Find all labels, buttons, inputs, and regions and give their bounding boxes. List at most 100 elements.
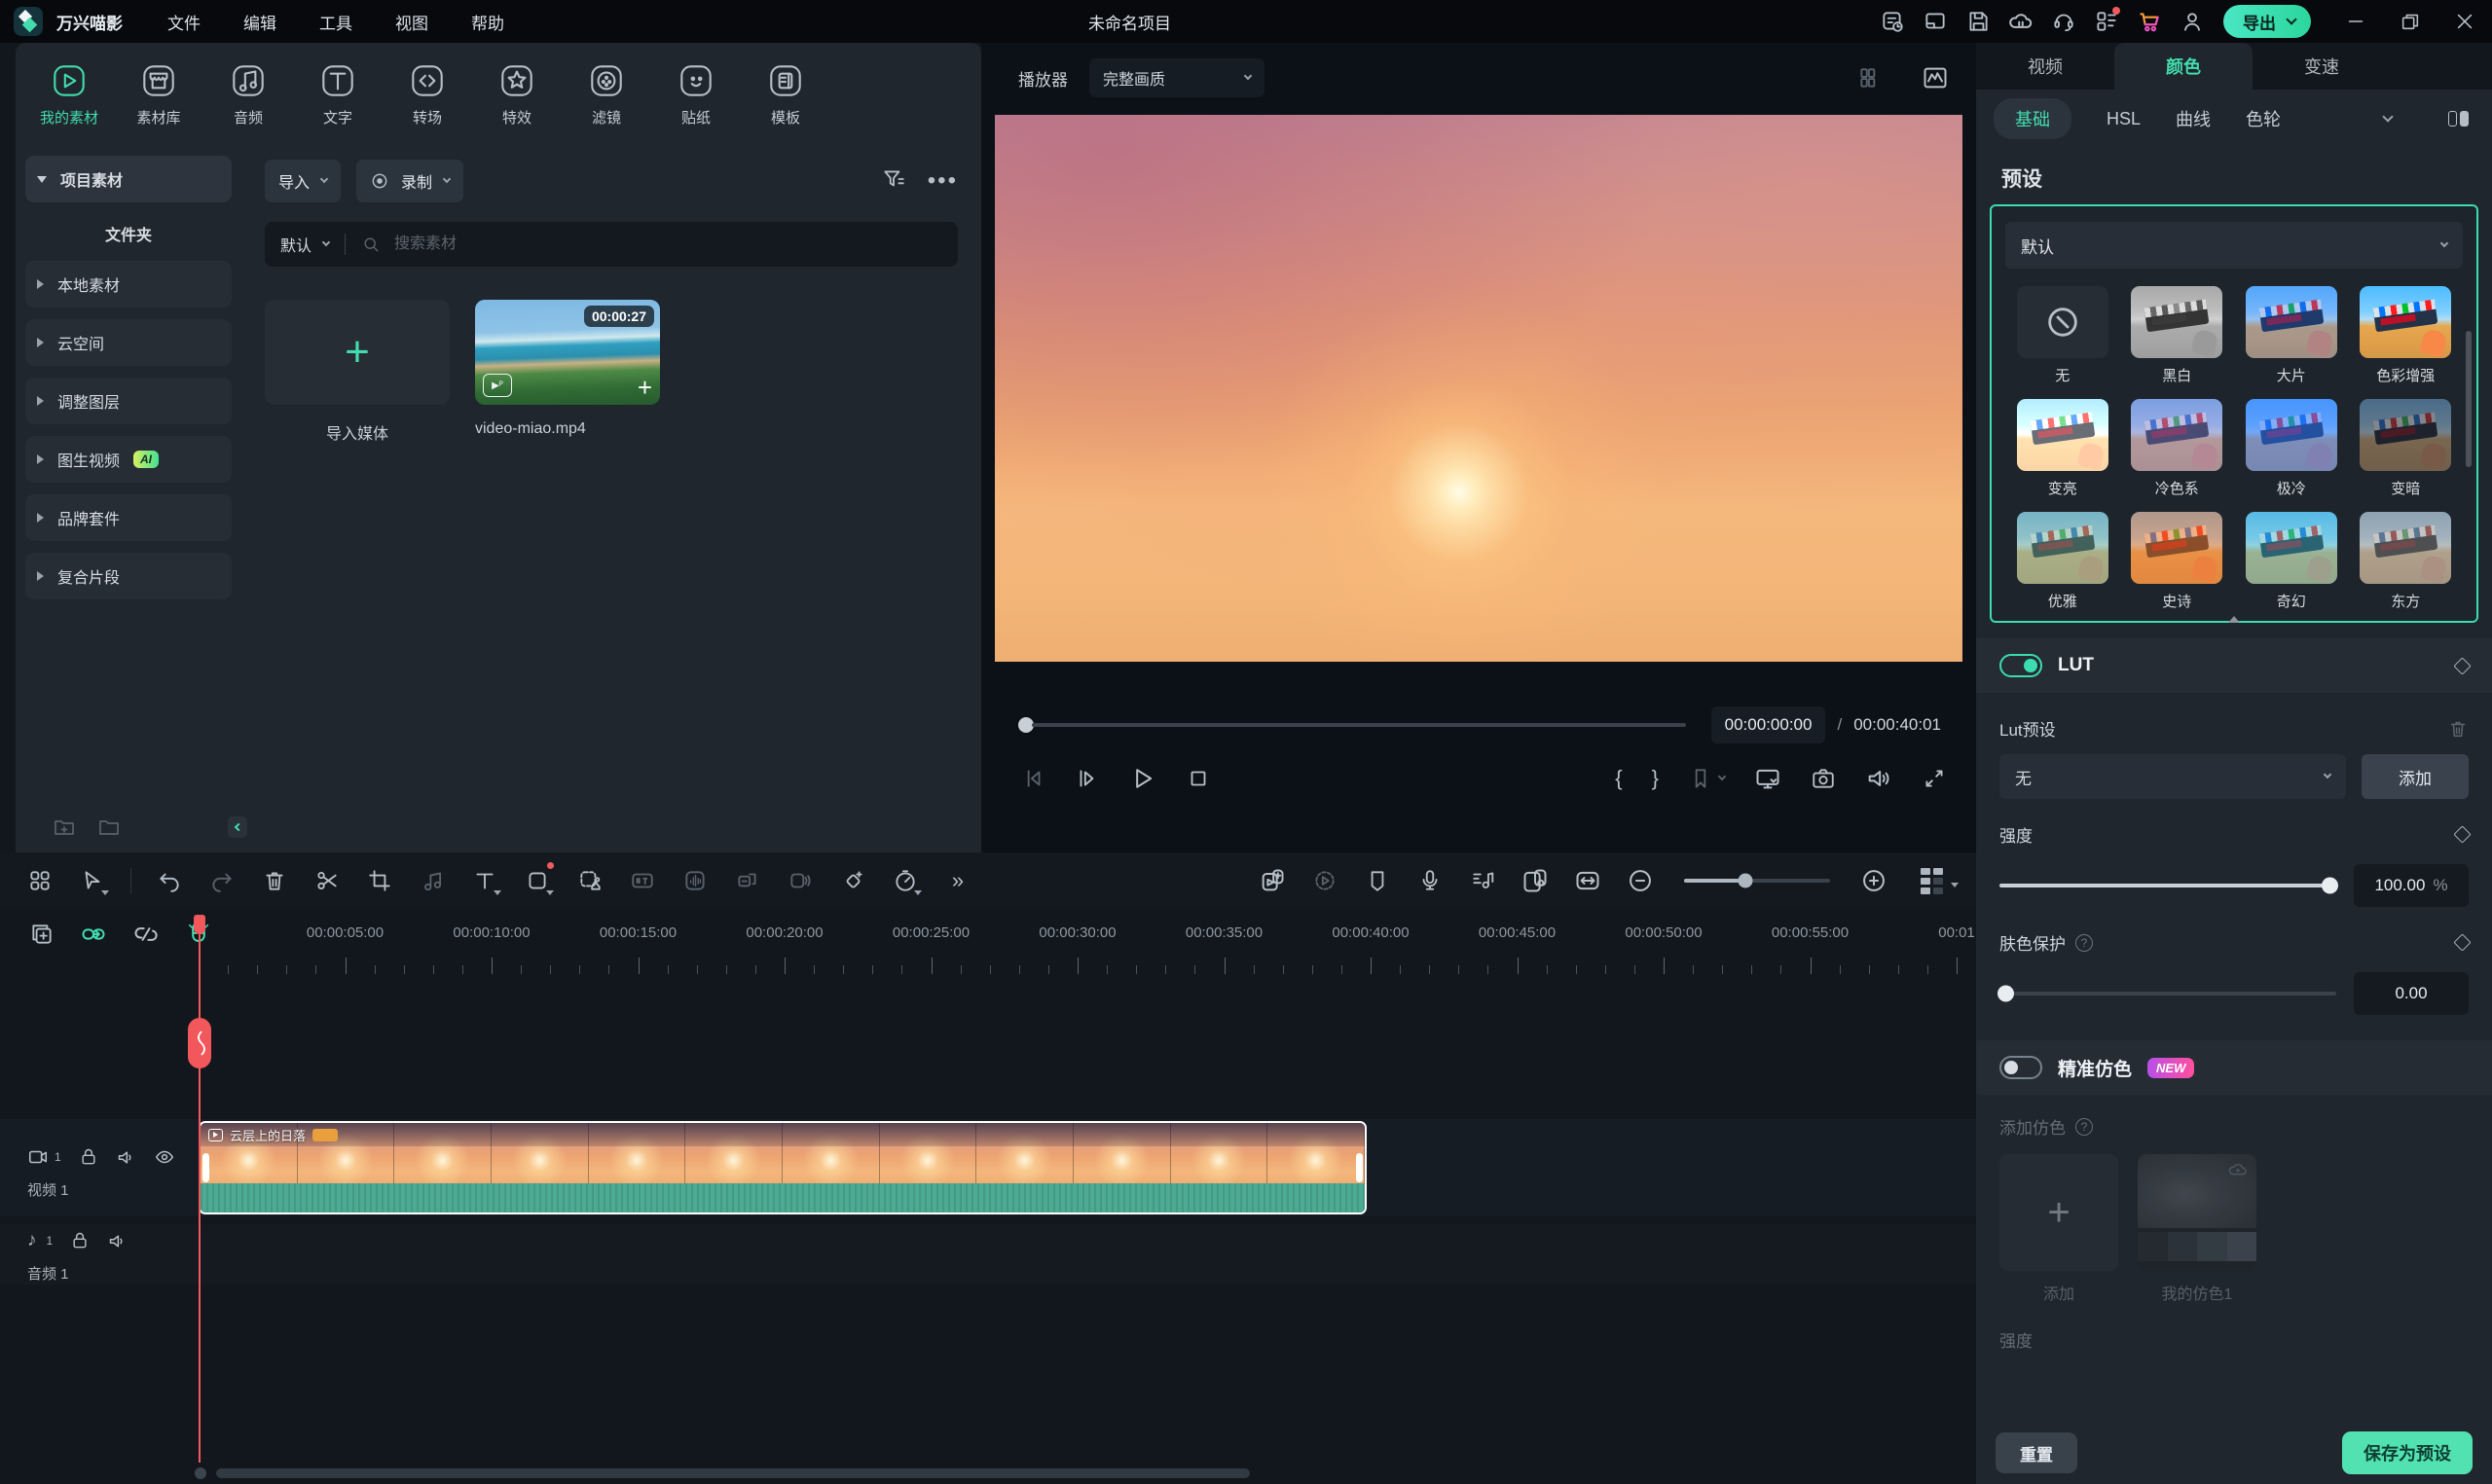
subtab-色轮[interactable]: 色轮 [2246, 106, 2281, 131]
subtab-曲线[interactable]: 曲线 [2176, 106, 2211, 131]
crop-icon[interactable] [365, 866, 394, 895]
stop-icon[interactable] [1186, 766, 1211, 791]
chevron-right-icon[interactable] [37, 396, 44, 406]
add-to-timeline-icon[interactable]: + [638, 373, 652, 403]
timeline[interactable]: 00:00:05:0000:00:10:0000:00:15:0000:00:2… [0, 909, 1976, 1484]
track-height-icon[interactable] [1912, 866, 1951, 895]
export-chevron-icon[interactable] [2286, 14, 2296, 24]
strength-keyframe-icon[interactable] [2453, 825, 2471, 843]
preset-无[interactable]: 无 [2011, 286, 2114, 385]
timeline-scroll-origin[interactable] [195, 1467, 206, 1479]
add-track-icon[interactable] [29, 922, 55, 947]
collapse-presets-icon[interactable] [2228, 616, 2240, 623]
sidebar-item-品牌套件[interactable]: 品牌套件 [25, 494, 232, 541]
preset-极冷[interactable]: 极冷 [2240, 399, 2343, 498]
save-icon[interactable] [1957, 0, 1999, 43]
skin-protect-slider[interactable] [1999, 992, 2336, 995]
clip-trim-handle-right[interactable] [1356, 1153, 1363, 1182]
unlink-clips-icon[interactable] [132, 921, 160, 948]
tab-颜色[interactable]: 颜色 [2114, 43, 2253, 90]
saved-mimic-tile[interactable]: 我的仿色1 [2138, 1154, 2256, 1304]
media-tab-素材库[interactable]: 素材库 [130, 60, 187, 127]
import-media-tile[interactable]: + 导入媒体 [265, 300, 450, 444]
minimize-button[interactable] [2328, 0, 2383, 43]
mimic-toggle[interactable] [1999, 1056, 2042, 1079]
delete-icon[interactable] [260, 866, 289, 895]
delete-lut-icon[interactable] [2447, 718, 2469, 740]
cart-icon[interactable] [2128, 0, 2171, 43]
save-preset-button[interactable]: 保存为预设 [2342, 1431, 2473, 1474]
preset-史诗[interactable]: 史诗 [2126, 512, 2229, 611]
voiceover-mic-icon[interactable] [1415, 866, 1445, 895]
hide-track-icon[interactable] [154, 1146, 175, 1168]
import-button[interactable]: 导入 [265, 160, 341, 202]
media-tab-音频[interactable]: 音频 [220, 60, 276, 127]
chevron-down-icon[interactable] [37, 176, 47, 183]
menu-item[interactable]: 帮助 [471, 10, 504, 34]
media-tab-转场[interactable]: 转场 [399, 60, 456, 127]
keyframe-icon[interactable] [838, 866, 867, 895]
marker-icon[interactable] [1688, 766, 1725, 791]
fullscreen-icon[interactable] [1922, 766, 1947, 791]
mask-tool-icon[interactable] [523, 866, 552, 895]
media-tab-文字[interactable]: 文字 [310, 60, 366, 127]
folder-icon[interactable] [97, 815, 121, 839]
preset-大片[interactable]: 大片 [2240, 286, 2343, 385]
audio-beat-icon[interactable] [418, 866, 447, 895]
lock-track-icon[interactable] [70, 1231, 90, 1250]
lock-track-icon[interactable] [79, 1147, 98, 1167]
media-tab-模板[interactable]: 模板 [757, 60, 814, 127]
strength-value-box[interactable]: 100.00 % [2354, 864, 2469, 907]
more-tools-icon[interactable]: » [943, 866, 972, 895]
speech-to-text-icon[interactable] [733, 866, 762, 895]
split-scissors-icon[interactable] [312, 866, 342, 895]
sidebar-item-调整图层[interactable]: 调整图层 [25, 378, 232, 424]
chevron-right-icon[interactable] [37, 454, 44, 464]
volume-icon[interactable] [1865, 765, 1892, 792]
preset-奇幻[interactable]: 奇幻 [2240, 512, 2343, 611]
undo-icon[interactable] [155, 866, 184, 895]
lut-keyframe-icon[interactable] [2453, 657, 2471, 674]
preset-scrollbar[interactable] [2466, 331, 2472, 467]
sidebar-item-复合片段[interactable]: 复合片段 [25, 553, 232, 599]
cloud-sync-icon[interactable] [1999, 0, 2042, 43]
speed-icon[interactable] [891, 866, 920, 895]
tab-变速[interactable]: 变速 [2253, 43, 2391, 90]
sidebar-item-图生视频[interactable]: 图生视频AI [25, 436, 232, 483]
menu-item[interactable]: 文件 [167, 10, 201, 34]
audio-stretch-icon[interactable] [1468, 866, 1497, 895]
support-headset-icon[interactable] [2042, 0, 2085, 43]
preset-色彩增强[interactable]: 色彩增强 [2355, 286, 2458, 385]
snapshot-camera-icon[interactable] [1811, 766, 1836, 791]
denoise-icon[interactable] [680, 866, 710, 895]
filter-funnel-icon[interactable] [881, 166, 906, 197]
redo-icon[interactable] [207, 866, 237, 895]
video-preview[interactable] [995, 115, 1962, 662]
next-frame-icon[interactable] [1075, 766, 1100, 791]
media-tab-贴纸[interactable]: 贴纸 [668, 60, 724, 127]
export-button[interactable]: 导出 [2223, 5, 2311, 38]
more-subtabs-icon[interactable] [2382, 111, 2393, 122]
restore-button[interactable] [2383, 0, 2437, 43]
skin-info-icon[interactable]: ? [2075, 934, 2093, 952]
timeline-horizontal-scrollbar[interactable] [216, 1468, 1250, 1478]
chevron-right-icon[interactable] [37, 338, 44, 347]
select-tool-icon[interactable] [78, 866, 107, 895]
compare-view-icon[interactable] [2448, 111, 2469, 127]
screen-record-icon[interactable] [1521, 866, 1550, 895]
current-time[interactable]: 00:00:00:00 [1711, 706, 1826, 743]
record-button[interactable]: 录制 [356, 160, 463, 202]
video-thumbnail[interactable]: 00:00:27 ▶ᴾ + [475, 300, 660, 405]
sidebar-label-文件夹[interactable]: 文件夹 [25, 214, 232, 253]
chevron-right-icon[interactable] [37, 279, 44, 289]
mark-out-icon[interactable]: } [1652, 766, 1659, 791]
close-button[interactable] [2437, 0, 2492, 43]
play-icon[interactable] [1129, 765, 1156, 792]
new-folder-icon[interactable] [53, 815, 76, 839]
mute-track-icon[interactable] [116, 1147, 136, 1168]
collapse-sidebar-button[interactable] [228, 816, 247, 838]
zoom-in-icon[interactable] [1859, 866, 1888, 895]
text-tool-icon[interactable] [470, 866, 499, 895]
marker-flag-icon[interactable] [1363, 866, 1392, 895]
fit-timeline-icon[interactable] [1573, 866, 1602, 895]
